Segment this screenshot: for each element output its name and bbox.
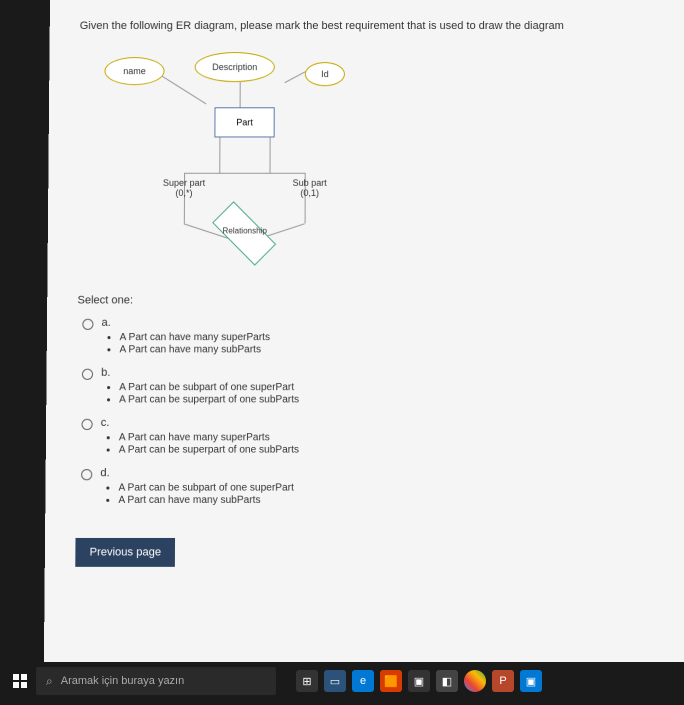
option-line: A Part can have many superParts <box>119 432 658 443</box>
option-line: A Part can be superpart of one subParts <box>119 394 657 405</box>
radio-a[interactable] <box>82 319 93 330</box>
quiz-page: Given the following ER diagram, please m… <box>44 0 684 667</box>
attribute-id: Id <box>305 62 345 86</box>
start-button[interactable] <box>8 669 32 693</box>
question-text: Given the following ER diagram, please m… <box>80 20 655 32</box>
radio-d[interactable] <box>81 469 92 480</box>
option-line: A Part can have many subParts <box>118 495 658 506</box>
option-c: c. A Part can have many superParts A Par… <box>81 417 658 457</box>
taskbar-search[interactable]: ⌕ Aramak için buraya yazın <box>36 667 276 695</box>
search-placeholder: Aramak için buraya yazın <box>61 675 185 687</box>
option-a: a. A Part can have many superParts A Par… <box>82 317 657 357</box>
windows-taskbar: ⌕ Aramak için buraya yazın ⊞ ▭ e 🟧 ▣ ◧ P… <box>0 662 684 700</box>
option-line: A Part can have many subParts <box>119 344 657 355</box>
option-b: b. A Part can be subpart of one superPar… <box>82 367 658 407</box>
option-line: A Part can have many superParts <box>120 332 657 343</box>
option-letter: d. <box>100 467 658 479</box>
relationship-label: Relationship <box>207 226 283 235</box>
er-diagram: name Description Id Part Super part (0,*… <box>98 52 421 274</box>
entity-part: Part <box>214 107 274 137</box>
attribute-name: name <box>104 57 164 85</box>
app-icon[interactable]: ▣ <box>408 670 430 692</box>
chrome-icon[interactable] <box>464 670 486 692</box>
search-icon: ⌕ <box>46 674 53 689</box>
option-d: d. A Part can be subpart of one superPar… <box>81 467 658 507</box>
radio-c[interactable] <box>81 419 92 430</box>
role-sub-label: Sub part (0,1) <box>285 178 335 198</box>
option-line: A Part can be superpart of one subParts <box>119 444 658 455</box>
attribute-description: Description <box>195 52 275 82</box>
select-one-label: Select one: <box>77 294 656 306</box>
option-letter: b. <box>101 367 657 379</box>
role-super-label: Super part (0,*) <box>154 178 214 198</box>
option-letter: c. <box>101 417 658 429</box>
option-line: A Part can be subpart of one superPart <box>119 382 657 393</box>
previous-page-button[interactable]: Previous page <box>75 538 175 567</box>
app-icon[interactable]: ▣ <box>520 670 542 692</box>
option-letter: a. <box>101 317 656 329</box>
radio-b[interactable] <box>82 369 93 380</box>
powerpoint-icon[interactable]: P <box>492 670 514 692</box>
app-icon[interactable]: 🟧 <box>380 670 402 692</box>
edge-icon[interactable]: e <box>352 670 374 692</box>
task-view-icon[interactable]: ⊞ <box>296 670 318 692</box>
app-icon[interactable]: ◧ <box>436 670 458 692</box>
file-explorer-icon[interactable]: ▭ <box>324 670 346 692</box>
option-line: A Part can be subpart of one superPart <box>118 482 658 493</box>
